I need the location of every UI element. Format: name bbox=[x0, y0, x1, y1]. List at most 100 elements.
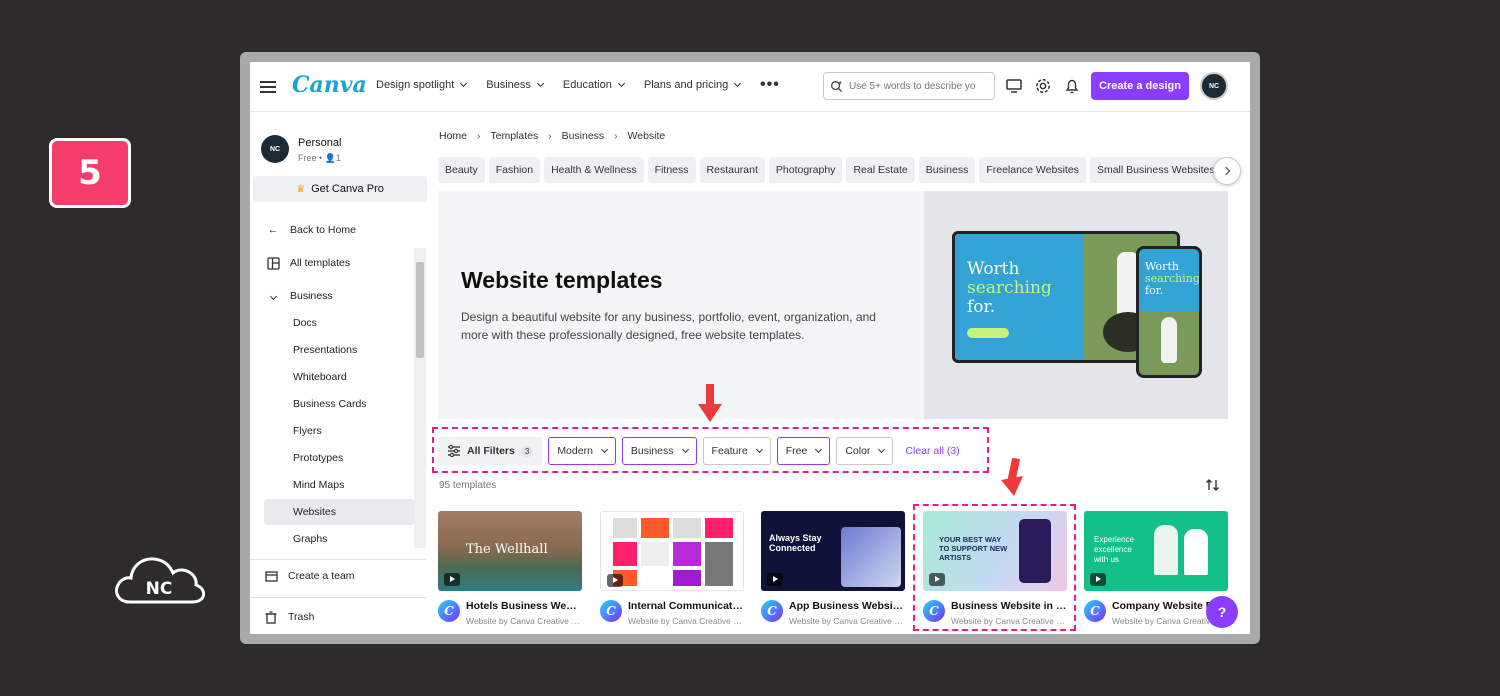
play-icon bbox=[767, 573, 783, 586]
sort-icon[interactable] bbox=[1205, 477, 1221, 493]
sidebar-item-docs[interactable]: Docs bbox=[293, 317, 317, 329]
mockup-heading: Worth searching for. bbox=[967, 259, 1052, 317]
template-count: 95 templates bbox=[439, 480, 497, 491]
gear-icon[interactable] bbox=[1034, 77, 1052, 95]
person-shape bbox=[1184, 529, 1208, 575]
template-card[interactable]: Always Stay Connected C App Business Web… bbox=[761, 511, 905, 631]
chevron-down-icon bbox=[536, 79, 544, 88]
arrow-left-icon: ← bbox=[267, 224, 279, 236]
avatar[interactable]: NC bbox=[1200, 72, 1228, 100]
desktop-icon[interactable] bbox=[1005, 77, 1023, 95]
trash-button[interactable]: Trash bbox=[264, 610, 314, 624]
chip-photography[interactable]: Photography bbox=[768, 157, 843, 183]
template-thumbnail[interactable] bbox=[600, 511, 744, 591]
get-canva-pro-button[interactable]: ♛ Get Canva Pro bbox=[253, 176, 427, 202]
hero-banner: Website templates Design a beautiful web… bbox=[438, 191, 1228, 419]
bottle-shape bbox=[1161, 317, 1177, 363]
sidebar-item-prototypes[interactable]: Prototypes bbox=[293, 452, 343, 464]
chevron-down-icon bbox=[266, 289, 280, 303]
canva-creator-logo: C bbox=[600, 600, 622, 622]
chevron-down-icon bbox=[460, 79, 468, 88]
help-button[interactable]: ? bbox=[1206, 596, 1238, 628]
play-icon bbox=[1090, 573, 1106, 586]
chips-next-button[interactable] bbox=[1213, 157, 1241, 185]
template-highlight-box bbox=[913, 504, 1076, 631]
nav-business[interactable]: Business bbox=[486, 79, 544, 91]
chip-small-business-websites[interactable]: Small Business Websites bbox=[1089, 157, 1222, 183]
sidebar-item-whiteboard[interactable]: Whiteboard bbox=[293, 371, 347, 383]
play-icon bbox=[444, 573, 460, 586]
filters-highlight-box bbox=[432, 427, 989, 473]
arrow-down-icon bbox=[1001, 458, 1023, 496]
chip-freelance-websites[interactable]: Freelance Websites bbox=[979, 157, 1086, 183]
chip-real-estate[interactable]: Real Estate bbox=[846, 157, 915, 183]
sidebar-item-business[interactable]: Business bbox=[266, 289, 333, 303]
canva-creator-logo: C bbox=[761, 600, 783, 622]
arrow-down-icon bbox=[698, 384, 722, 422]
breadcrumb: Home › Templates › Business › Website bbox=[439, 130, 665, 142]
chip-restaurant[interactable]: Restaurant bbox=[699, 157, 765, 183]
play-icon bbox=[607, 574, 623, 587]
create-team-label: Create a team bbox=[288, 570, 355, 582]
canva-creator-logo: C bbox=[1084, 600, 1106, 622]
thumbnail-text: Experience excellence with us bbox=[1094, 535, 1135, 564]
menu-icon[interactable] bbox=[260, 78, 276, 96]
breadcrumb-website: Website bbox=[627, 130, 666, 142]
chevron-down-icon bbox=[617, 79, 625, 88]
breadcrumb-home[interactable]: Home bbox=[439, 130, 467, 142]
sidebar-item-flyers[interactable]: Flyers bbox=[293, 425, 322, 437]
canva-logo[interactable]: Canva bbox=[292, 72, 367, 98]
nav-education[interactable]: Education bbox=[563, 79, 625, 91]
template-thumbnail[interactable]: Always Stay Connected bbox=[761, 511, 905, 591]
template-title[interactable]: App Business Website in bbox=[789, 600, 905, 612]
chip-beauty[interactable]: Beauty bbox=[438, 157, 485, 183]
website-mockup-phone: Worth searching for. bbox=[1136, 246, 1202, 378]
scroll-thumb[interactable] bbox=[416, 262, 424, 358]
chevron-down-icon bbox=[734, 79, 742, 88]
chip-health-wellness[interactable]: Health & Wellness bbox=[544, 157, 644, 183]
breadcrumb-templates[interactable]: Templates bbox=[490, 130, 538, 142]
team-icon bbox=[264, 569, 278, 583]
template-title[interactable]: Internal Communications bbox=[628, 600, 744, 612]
template-card[interactable]: The Wellhall C Hotels Business Website W… bbox=[438, 511, 582, 631]
sidebar: NC Personal Free • 👤1 ♛ Get Canva Pro ← Ba… bbox=[250, 113, 430, 634]
chip-fitness[interactable]: Fitness bbox=[647, 157, 696, 183]
business-label: Business bbox=[290, 290, 333, 302]
thumb-block bbox=[673, 570, 701, 586]
sidebar-item-business-cards[interactable]: Business Cards bbox=[293, 398, 367, 410]
template-card[interactable]: C Internal Communications Website by Can… bbox=[600, 511, 744, 631]
template-title[interactable]: Hotels Business Website bbox=[466, 600, 582, 612]
sidebar-item-graphs[interactable]: Graphs bbox=[293, 533, 327, 545]
sidebar-item-mind-maps[interactable]: Mind Maps bbox=[293, 479, 344, 491]
template-author: Website by Canva Creative Studio bbox=[628, 616, 744, 626]
back-to-home[interactable]: ← Back to Home bbox=[266, 223, 356, 237]
person-shape bbox=[1154, 525, 1178, 575]
thumb-block bbox=[673, 518, 701, 538]
chip-business[interactable]: Business bbox=[918, 157, 976, 183]
create-design-button[interactable]: Create a design bbox=[1091, 72, 1189, 100]
more-options-icon[interactable]: ••• bbox=[760, 76, 780, 94]
template-thumbnail[interactable]: Experience excellence with us bbox=[1084, 511, 1228, 591]
sidebar-item-all-templates[interactable]: All templates bbox=[266, 256, 350, 270]
breadcrumb-business[interactable]: Business bbox=[562, 130, 605, 142]
search-input[interactable] bbox=[849, 80, 989, 92]
create-team-button[interactable]: Create a team bbox=[264, 569, 355, 583]
thumb-block bbox=[705, 518, 733, 538]
chip-fashion[interactable]: Fashion bbox=[488, 157, 541, 183]
nav-design-spotlight[interactable]: Design spotlight bbox=[376, 79, 468, 91]
bell-icon[interactable] bbox=[1063, 77, 1081, 95]
search-box[interactable] bbox=[823, 72, 995, 100]
thumb-block bbox=[705, 542, 733, 586]
nav-plans-pricing[interactable]: Plans and pricing bbox=[644, 79, 742, 91]
phone-heading: Worth searching for. bbox=[1145, 260, 1200, 297]
sidebar-scrollbar[interactable] bbox=[414, 248, 426, 548]
svg-text:NC: NC bbox=[146, 579, 173, 599]
sidebar-item-websites[interactable]: Websites bbox=[293, 506, 336, 518]
template-thumbnail[interactable]: The Wellhall bbox=[438, 511, 582, 591]
account-name[interactable]: Personal bbox=[298, 137, 341, 149]
thumb-block bbox=[641, 542, 669, 566]
thumbnail-text: The Wellhall bbox=[466, 542, 548, 557]
account-avatar[interactable]: NC bbox=[261, 135, 289, 163]
sidebar-item-presentations[interactable]: Presentations bbox=[293, 344, 357, 356]
account-plan: Free • 👤1 bbox=[298, 153, 341, 163]
